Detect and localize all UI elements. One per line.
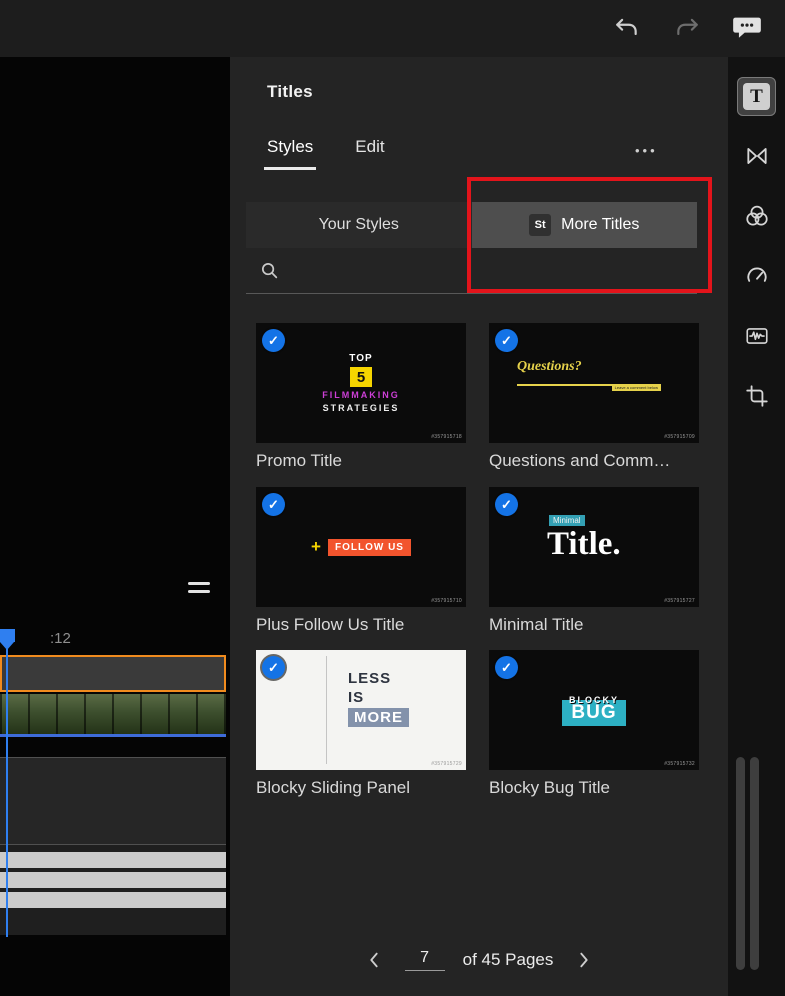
minimal-title-art: Minimal Title. [547,515,621,562]
promo-kicker: TOP [349,353,373,364]
undo-icon[interactable] [608,9,646,47]
timecode-label: :12 [50,630,71,647]
template-thumbnail: ✓ Questions? Leave a comment below #3579… [489,323,699,443]
tab-styles[interactable]: Styles [263,137,317,170]
timeline-track-block [0,757,226,845]
promo-line2: STRATEGIES [322,403,400,413]
search-icon [260,261,279,280]
template-name: Blocky Sliding Panel [256,778,411,797]
stock-watermark: #357915709 [664,434,695,440]
selected-check-badge[interactable]: ✓ [495,493,518,516]
selected-check-badge[interactable]: ✓ [262,656,285,679]
blocky-panel-text: LESS IS MORE [348,670,409,727]
search-bar [246,248,697,294]
follow-plus: + [311,537,321,556]
blocky-panel-line3: MORE [348,708,409,727]
blocky-bug-kicker: BLOCKY [569,694,619,705]
panel-tabs: Styles Edit [263,137,385,170]
title-template-card[interactable]: ✓ Questions? Leave a comment below #3579… [489,323,699,471]
title-template-card[interactable]: ✓ TOP 5 FILMMAKING STRATEGIES #357915718… [256,323,466,471]
timeline-row [0,892,226,908]
questions-title-art: Questions? Leave a comment below [517,357,671,391]
template-thumbnail: LESS IS MORE ✓ #357915729 [256,650,466,770]
blocky-panel-line1: LESS [348,670,392,687]
selected-check-badge[interactable]: ✓ [262,493,285,516]
playhead-line [6,649,8,937]
timeline-area: :12 [0,57,230,996]
minimal-tag: Minimal [549,515,585,526]
timeline-row [0,872,226,888]
title-template-card[interactable]: LESS IS MORE ✓ #357915729 Blocky Sliding… [256,650,466,798]
next-page-icon[interactable] [571,947,597,973]
selected-check-badge[interactable]: ✓ [262,329,285,352]
questions-underline: Leave a comment below [517,384,661,391]
top-toolbar [0,0,785,57]
template-thumbnail: ✓ + FOLLOW US #357915710 [256,487,466,607]
panel-title: Titles [267,82,313,101]
adobe-stock-icon: St [529,214,552,236]
title-template-card[interactable]: ✓ BLOCKY BUG #357915732 Blocky Bug Title [489,650,699,798]
timeline-row [0,852,226,868]
promo-number: 5 [350,367,372,387]
minimal-text: Title. [547,526,621,562]
previous-page-icon[interactable] [361,947,387,973]
template-name: Blocky Bug Title [489,778,610,797]
titles-tool-icon[interactable]: T [737,77,776,116]
titles-tool-glyph: T [743,83,770,110]
blocky-panel-art: LESS IS MORE [256,650,466,770]
your-styles-button[interactable]: Your Styles [246,202,472,248]
your-styles-label: Your Styles [318,216,399,233]
page-number-input[interactable] [404,949,445,971]
titles-panel: Titles Styles Edit ••• Your Styles St Mo… [230,57,728,996]
template-name: Minimal Title [489,615,584,634]
feedback-bubble-icon[interactable] [728,9,766,47]
questions-text: Questions? [517,359,582,374]
redo-icon[interactable] [668,9,706,47]
follow-title-art: + FOLLOW US [256,487,466,607]
transitions-tool-icon[interactable] [737,136,776,175]
stock-watermark: #357915732 [664,761,695,767]
stock-watermark: #357915718 [431,434,462,440]
title-template-card[interactable]: ✓ + FOLLOW US #357915710 Plus Follow Us … [256,487,466,635]
follow-label: FOLLOW US [327,538,411,556]
template-name: Plus Follow Us Title [256,615,405,634]
app-window: :12 Titles Styles Edit ••• Your Styles S… [0,0,785,996]
template-name: Questions and Comm… [489,451,671,470]
template-name: Promo Title [256,451,342,470]
crop-tool-icon[interactable] [737,376,776,415]
pagination: of 45 Pages [230,947,728,973]
stock-watermark: #357915710 [431,598,462,604]
blocky-panel-divider [326,656,327,764]
timeline-video-clip[interactable] [0,694,226,737]
more-titles-label: More Titles [561,216,640,233]
template-thumbnail: ✓ BLOCKY BUG #357915732 [489,650,699,770]
questions-subtext: Leave a comment below [611,384,661,391]
title-template-card[interactable]: ✓ Minimal Title. #357915727 Minimal Titl… [489,487,699,635]
search-input[interactable] [289,262,687,279]
panel-resize-handle[interactable] [188,582,212,594]
stock-watermark: #357915729 [431,761,462,767]
scrollbar[interactable] [750,757,759,970]
promo-line1: FILMMAKING [322,390,400,400]
template-thumbnail: ✓ TOP 5 FILMMAKING STRATEGIES #357915718 [256,323,466,443]
template-thumbnail: ✓ Minimal Title. #357915727 [489,487,699,607]
selected-check-badge[interactable]: ✓ [495,329,518,352]
styles-source-toggle: Your Styles St More Titles [246,202,697,248]
overflow-menu-icon[interactable]: ••• [635,143,658,158]
speed-tool-icon[interactable] [737,256,776,295]
audio-tool-icon[interactable] [737,316,776,355]
timeline-clip-selected[interactable] [0,655,226,692]
right-tool-rail: T [728,57,785,996]
page-count-label: of 45 Pages [462,950,554,969]
stock-watermark: #357915727 [664,598,695,604]
blocky-bug-art: BLOCKY BUG [489,650,699,770]
blocky-panel-line2: IS [348,689,365,706]
scrollbar[interactable] [736,757,745,970]
playhead-marker[interactable] [0,629,15,650]
promo-title-art: TOP 5 FILMMAKING STRATEGIES [256,323,466,443]
tab-edit[interactable]: Edit [355,137,384,170]
color-tool-icon[interactable] [737,196,776,235]
more-titles-button[interactable]: St More Titles [471,202,697,248]
selected-check-badge[interactable]: ✓ [495,656,518,679]
